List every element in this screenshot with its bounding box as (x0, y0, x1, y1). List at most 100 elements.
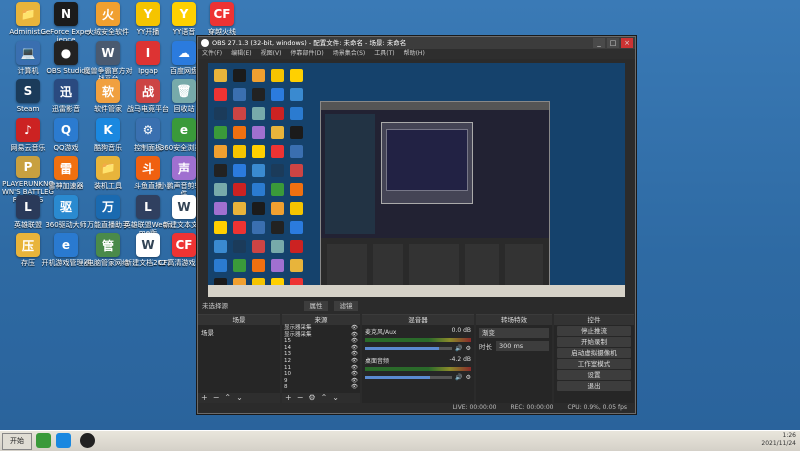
preview-icon (214, 145, 227, 158)
obs-statusbar: LIVE: 00:00:00 REC: 00:00:00 CPU: 0.9%, … (198, 403, 635, 413)
start-button[interactable]: 开始 (2, 433, 32, 450)
move-up-icon[interactable]: ⌃ (321, 393, 328, 403)
menu-help[interactable]: 帮助(H) (404, 49, 425, 59)
preview-icon (271, 88, 284, 101)
taskbar: 开始 1:26 2021/11/24 (0, 430, 800, 451)
desktop-icon-label: 穿越火线 (208, 28, 236, 36)
start-recording-button[interactable]: 开始录制 (557, 337, 631, 347)
menu-view[interactable]: 视图(V) (261, 49, 282, 59)
browser-taskbar-icon[interactable] (36, 433, 51, 448)
preview-icon (290, 88, 303, 101)
eye-icon[interactable]: 👁 (351, 338, 358, 345)
properties-button[interactable]: 属性 (304, 301, 328, 311)
obs-title-text: OBS 27.1.3 (32-bit, windows) - 配置文件: 未命名… (212, 39, 407, 47)
preview-icon (233, 221, 246, 234)
desktop-icon[interactable]: e 开机游戏管理器 (42, 233, 91, 281)
source-item[interactable]: 9 👁 (284, 378, 358, 385)
settings-button[interactable]: 设置 (557, 370, 631, 380)
source-item[interactable]: 15 👁 (284, 338, 358, 345)
preview-icon (290, 259, 303, 272)
preview-icon (214, 259, 227, 272)
nested-panel (327, 244, 367, 290)
speaker-icon[interactable]: 🔊 (455, 345, 462, 352)
app-icon: 压 (16, 233, 40, 257)
volume-slider[interactable] (365, 376, 453, 379)
clock-time: 1:26 (782, 432, 796, 439)
menu-edit[interactable]: 编辑(E) (231, 49, 251, 59)
stop-streaming-button[interactable]: 停止推流 (557, 326, 631, 336)
source-item[interactable]: 11 👁 (284, 365, 358, 372)
eye-icon[interactable]: 👁 (351, 325, 358, 332)
obs-titlebar[interactable]: OBS 27.1.3 (32-bit, windows) - 配置文件: 未命名… (198, 37, 635, 49)
preview-icon (271, 126, 284, 139)
app-icon: 驱 (54, 194, 78, 219)
gear-icon[interactable]: ⚙ (308, 393, 315, 403)
nested-icon-column (325, 114, 375, 234)
channel-name: 桌面音频 (365, 358, 390, 365)
scenes-panel: 场景 场景 + − ⌃ ⌄ (198, 314, 280, 403)
filters-button[interactable]: 滤镜 (334, 301, 358, 311)
clock[interactable]: 1:26 2021/11/24 (761, 432, 796, 448)
start-virtual-camera-button[interactable]: 启动虚拟摄像机 (557, 348, 631, 358)
obs-taskbar-icon[interactable] (80, 433, 95, 448)
remove-scene-button[interactable]: − (213, 393, 220, 403)
source-item[interactable]: 10 👁 (284, 371, 358, 378)
eye-icon[interactable]: 👁 (351, 351, 358, 358)
source-item[interactable]: 8 👁 (284, 384, 358, 391)
mixer-channels: 麦克风/Aux 0.0 dB 🔊 ⚙ 桌面音频 -4.2 dB 🔊 ⚙ (362, 325, 474, 383)
move-up-icon[interactable]: ⌃ (224, 393, 231, 403)
move-down-icon[interactable]: ⌄ (236, 393, 243, 403)
channel-db: -4.2 dB (449, 356, 471, 363)
preview-icon (214, 126, 227, 139)
app-icon: Q (54, 117, 78, 142)
duration-input[interactable]: 300 ms (496, 341, 549, 351)
nested-panel (373, 244, 403, 290)
duration-label: 时长 (479, 343, 492, 351)
volume-slider[interactable] (365, 347, 453, 350)
gear-icon[interactable]: ⚙ (466, 374, 471, 381)
preview-icon (233, 126, 246, 139)
speaker-icon[interactable]: 🔊 (455, 374, 462, 381)
source-item[interactable]: 显示器采集 👁 (284, 325, 358, 332)
source-item[interactable]: 12 👁 (284, 358, 358, 365)
app-icon: L (16, 194, 40, 219)
app-icon: W (172, 194, 196, 219)
obs-menubar: 文件(F) 编辑(E) 视图(V) 停靠部件(D) 场景集合(S) 工具(T) … (198, 49, 635, 59)
remove-source-button[interactable]: − (297, 393, 304, 403)
preview-icon (290, 145, 303, 158)
preview-icon (233, 240, 246, 253)
minimize-button[interactable]: _ (593, 38, 605, 48)
menu-tools[interactable]: 工具(T) (374, 49, 394, 59)
source-list: 显示器采集 👁 显示器采集 👁 15 👁 14 👁 13 👁 12 👁 11 👁 10 👁 9 👁 8 👁 (282, 325, 360, 391)
preview-icon (271, 240, 284, 253)
source-item[interactable]: 显示器采集 👁 (284, 332, 358, 339)
preview-icon (214, 183, 227, 196)
move-down-icon[interactable]: ⌄ (332, 393, 339, 403)
preview-icon (252, 202, 265, 215)
menu-file[interactable]: 文件(F) (202, 49, 222, 59)
menu-scene-collection[interactable]: 场景集合(S) (333, 49, 366, 59)
scene-item[interactable]: 场景 (198, 325, 280, 339)
preview-icon (271, 183, 284, 196)
source-item[interactable]: 14 👁 (284, 345, 358, 352)
maximize-button[interactable]: □ (607, 38, 619, 48)
scenes-toolbar: + − ⌃ ⌄ (198, 393, 280, 403)
app-icon: 📁 (96, 156, 120, 180)
exit-button[interactable]: 退出 (557, 381, 631, 391)
studio-mode-button[interactable]: 工作室模式 (557, 359, 631, 369)
transition-select[interactable]: 渐变 (479, 328, 549, 338)
eye-icon[interactable]: 👁 (351, 384, 358, 391)
kugou-taskbar-icon[interactable] (56, 433, 71, 448)
source-item[interactable]: 13 👁 (284, 351, 358, 358)
add-source-button[interactable]: + (285, 393, 292, 403)
obs-preview[interactable] (208, 63, 625, 297)
menu-docks[interactable]: 停靠部件(D) (290, 49, 323, 59)
preview-icon (271, 164, 284, 177)
eye-icon[interactable]: 👁 (351, 371, 358, 378)
add-scene-button[interactable]: + (201, 393, 208, 403)
app-icon: W (136, 233, 160, 257)
obs-window[interactable]: OBS 27.1.3 (32-bit, windows) - 配置文件: 未命名… (197, 36, 636, 414)
gear-icon[interactable]: ⚙ (466, 345, 471, 352)
eye-icon[interactable]: 👁 (351, 358, 358, 365)
close-button[interactable]: × (621, 38, 633, 48)
